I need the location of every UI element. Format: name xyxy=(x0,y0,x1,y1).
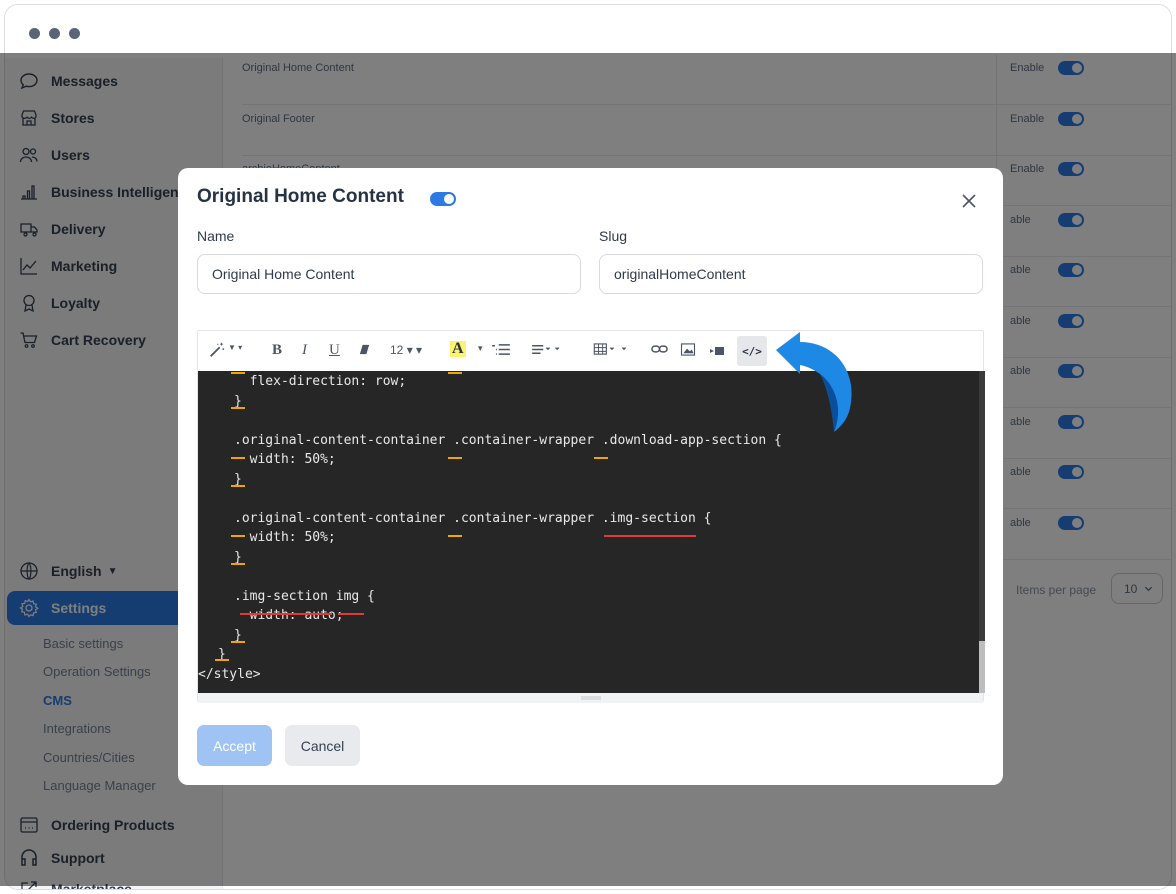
code-line: .original-content-container .container-w… xyxy=(234,510,712,526)
code-line: width: 50%; xyxy=(234,530,336,545)
window-dot-icon[interactable] xyxy=(69,28,80,39)
slug-input-value: originalHomeContent xyxy=(614,266,746,282)
code-line: </style> xyxy=(198,666,261,682)
window-dot-icon[interactable] xyxy=(49,28,60,39)
font-size-select[interactable]: 12 ▾ ▾ xyxy=(390,343,422,357)
spell-marker xyxy=(338,613,364,615)
spell-marker xyxy=(240,613,332,615)
code-scrollbar[interactable] xyxy=(979,371,985,693)
image-icon[interactable] xyxy=(680,343,696,359)
video-icon[interactable] xyxy=(709,344,725,359)
toggle-knob xyxy=(444,194,454,204)
code-line: width: auto; xyxy=(234,608,344,623)
font-size-value: 12 xyxy=(390,343,404,357)
code-line: .img-section img { xyxy=(234,588,375,604)
name-input-value: Original Home Content xyxy=(212,266,355,282)
slug-label: Slug xyxy=(599,228,628,244)
lint-marker xyxy=(594,457,608,459)
lint-marker xyxy=(231,372,245,374)
cancel-button[interactable]: Cancel xyxy=(285,725,360,766)
font-color-button[interactable]: A xyxy=(450,341,466,357)
title-bar xyxy=(5,5,1171,58)
eraser-icon[interactable] xyxy=(358,343,371,359)
grip-icon xyxy=(581,696,601,700)
align-icon[interactable] xyxy=(530,343,564,359)
code-line: width: 50%; xyxy=(234,452,336,467)
enabled-toggle[interactable] xyxy=(430,192,456,206)
window-dot-icon[interactable] xyxy=(29,28,40,39)
magic-wand-icon[interactable] xyxy=(208,341,226,362)
lint-marker xyxy=(215,659,229,661)
code-editor[interactable]: flex-direction: row;} .original-content-c… xyxy=(198,371,979,693)
lint-marker xyxy=(231,457,245,459)
lint-marker xyxy=(231,641,245,643)
table-icon[interactable] xyxy=(592,343,630,359)
name-label: Name xyxy=(197,228,235,244)
editor-resize-handle[interactable] xyxy=(198,693,983,703)
code-view-button[interactable]: </> xyxy=(737,336,767,366)
lint-marker xyxy=(231,563,245,565)
lint-marker xyxy=(448,372,462,374)
slug-input[interactable]: originalHomeContent xyxy=(599,254,983,294)
modal-title-text: Original Home Content xyxy=(197,186,404,207)
lint-marker xyxy=(231,535,245,537)
lint-marker xyxy=(448,457,462,459)
lint-marker xyxy=(448,535,462,537)
accept-button[interactable]: Accept xyxy=(197,725,272,766)
underline-button[interactable]: U xyxy=(329,342,340,359)
rich-text-editor: ▼ ▾ B I U 12 ▾ ▾ A ▾ </> flex-direction:… xyxy=(197,330,985,703)
style-dropdown-caret-icon[interactable]: ▼ ▾ xyxy=(228,343,242,352)
modal-title: Original Home Content xyxy=(197,186,404,208)
close-icon[interactable] xyxy=(958,190,980,212)
spell-marker xyxy=(604,535,696,537)
bold-button[interactable]: B xyxy=(272,342,282,359)
list-icon[interactable] xyxy=(491,343,512,359)
lint-marker xyxy=(231,407,245,409)
scroll-thumb[interactable] xyxy=(979,371,985,641)
color-caret-icon[interactable]: ▾ xyxy=(478,343,483,354)
code-line: flex-direction: row; xyxy=(234,374,407,389)
italic-button[interactable]: I xyxy=(302,342,307,359)
link-icon[interactable] xyxy=(651,343,668,358)
pointer-arrow-icon xyxy=(776,332,852,432)
name-input[interactable]: Original Home Content xyxy=(197,254,581,294)
code-line: .original-content-container .container-w… xyxy=(234,432,782,448)
lint-marker xyxy=(231,485,245,487)
editor-toolbar: ▼ ▾ B I U 12 ▾ ▾ A ▾ </> xyxy=(198,331,983,371)
edit-content-modal: Original Home Content Name Slug Original… xyxy=(178,168,1003,785)
